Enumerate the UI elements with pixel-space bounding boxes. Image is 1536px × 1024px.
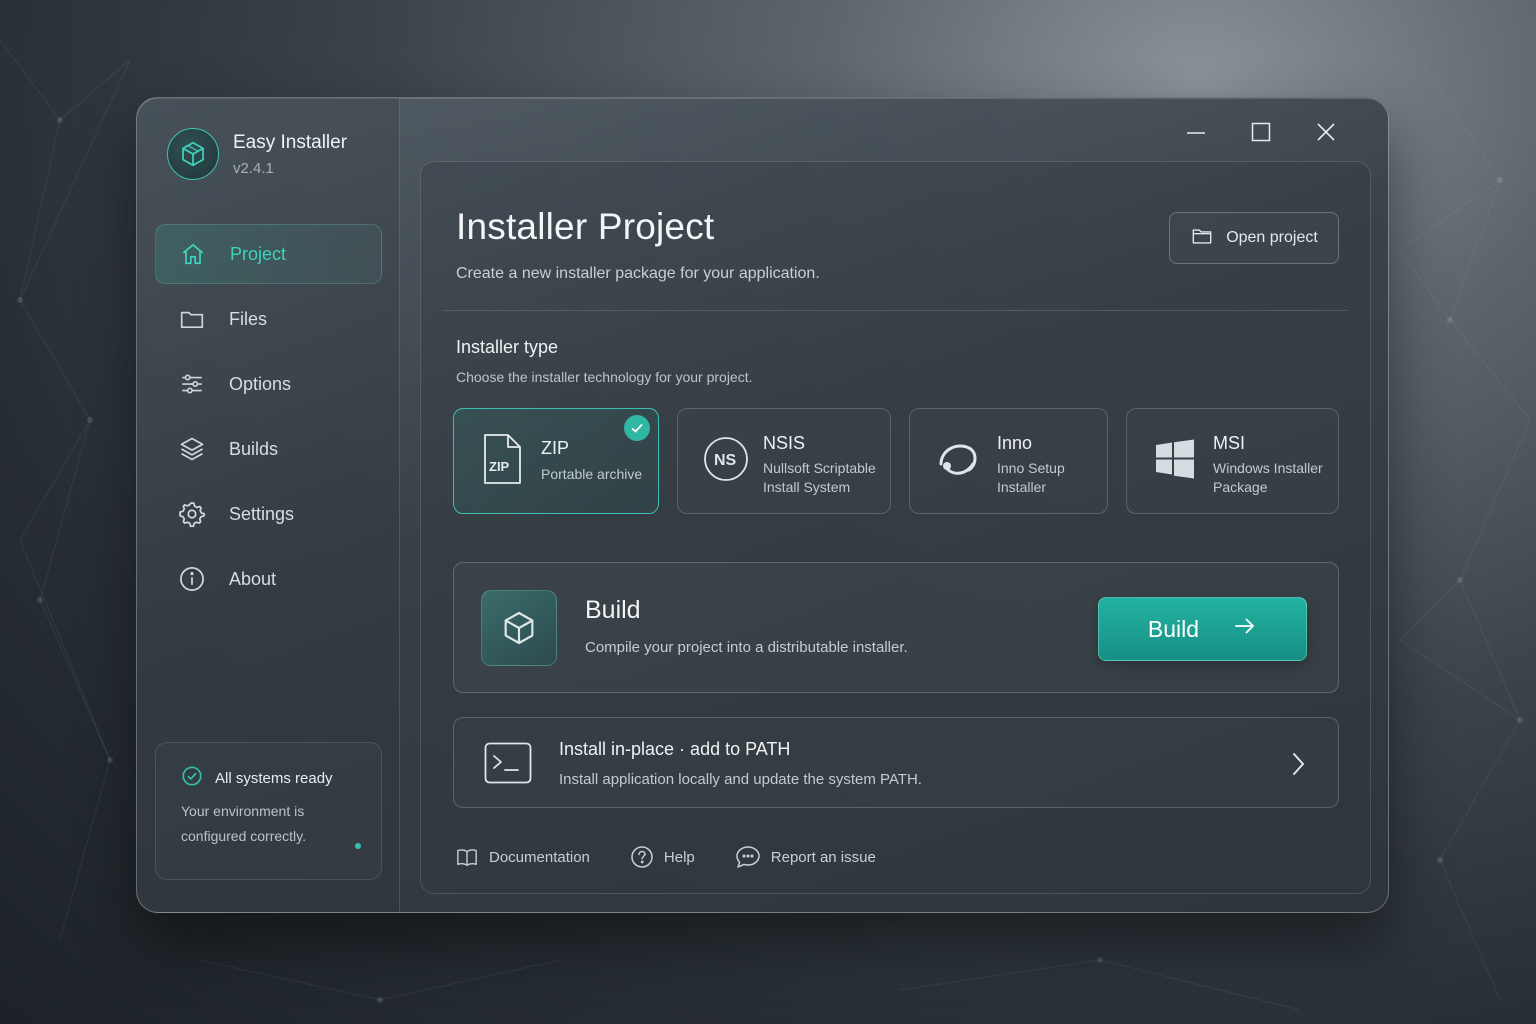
app-version: v2.4.1 [233,159,274,177]
info-icon [177,564,207,594]
chevron-right-icon [1288,751,1308,782]
sidebar-item-label: Project [230,243,287,264]
build-card: Build Compile your project into a distri… [453,562,1339,693]
installer-type-desc: Inno Setup Installer [997,460,1065,495]
window-controls [1163,116,1358,148]
installer-type-name: NSIS [763,433,806,453]
sidebar-item-label: Files [229,308,268,329]
build-button[interactable]: Build [1098,597,1307,661]
zip-file-icon: ZIP [476,433,528,485]
help-link[interactable]: Help [630,845,695,869]
report-issue-label: Report an issue [770,848,876,866]
app-logo-icon [167,128,219,180]
svg-text:ZIP: ZIP [489,459,510,474]
page-subtitle: Create a new installer package for your … [456,265,820,282]
report-issue-link[interactable]: Report an issue [735,845,876,869]
minimize-button[interactable] [1163,116,1228,148]
installer-type-name: Inno [997,433,1033,453]
install-subtitle: Install application locally and update t… [559,771,922,788]
status-dot [355,843,361,849]
footer-links: Documentation Help Report an issue [455,845,916,869]
svg-text:NS: NS [714,452,737,469]
sidebar-item-builds[interactable]: Builds [155,419,382,479]
main-panel: Installer Project Create a new installer… [420,161,1371,894]
installer-type-inno[interactable]: Inno Inno Setup Installer [909,408,1108,514]
close-button[interactable] [1293,116,1358,148]
status-title: All systems ready [215,769,333,787]
folder-icon [177,304,207,334]
sidebar-item-project[interactable]: Project [155,224,382,284]
folder-icon [1190,225,1214,252]
sidebar-nav: Project Files Options Builds Settings Ab… [155,224,382,614]
package-box-icon [481,590,557,666]
build-subtitle: Compile your project into a distributabl… [585,639,908,656]
sliders-icon [177,369,207,399]
build-button-label: Build [1147,615,1200,642]
sidebar-item-label: Options [229,373,292,394]
divider [443,310,1348,311]
installer-type-desc: Nullsoft Scriptable Install System [763,460,876,495]
help-label: Help [663,848,695,866]
documentation-link[interactable]: Documentation [455,846,590,868]
page-title: Installer Project [456,206,715,247]
sidebar-item-label: About [229,568,277,589]
installer-type-name: ZIP [541,438,570,458]
installer-type-subtitle: Choose the installer technology for your… [456,369,753,385]
sidebar-item-about[interactable]: About [155,549,382,609]
terminal-icon [484,742,532,789]
status-card: All systems ready Your environment is co… [155,742,382,880]
install-title: Install in-place · add to PATH [559,739,791,759]
installer-type-desc: Portable archive [541,466,643,482]
installer-type-desc: Windows Installer Package [1213,460,1323,495]
maximize-icon [1251,122,1270,142]
help-circle-icon [630,845,654,869]
installer-type-zip[interactable]: ZIP ZIP Portable archive [453,408,659,514]
installer-type-name: MSI [1213,433,1246,453]
inno-setup-icon [932,433,984,485]
sidebar-item-label: Settings [229,503,295,524]
app-name: Easy Installer [233,131,348,153]
status-message: Your environment is configured correctly… [181,803,307,844]
close-icon [1316,123,1335,141]
windows-icon [1149,433,1201,485]
app-window: Easy Installer v2.4.1 Project Files Opti… [136,97,1389,913]
sidebar-item-files[interactable]: Files [155,289,382,349]
documentation-label: Documentation [489,848,590,866]
sidebar-item-settings[interactable]: Settings [155,484,382,544]
sidebar-item-label: Builds [229,438,279,459]
open-project-button[interactable]: Open project [1169,212,1339,264]
check-circle-icon [181,765,203,791]
chat-bubble-icon [735,845,761,869]
open-project-label: Open project [1226,229,1318,246]
arrow-right-icon [1233,614,1257,644]
maximize-button[interactable] [1228,116,1293,148]
installer-type-nsis[interactable]: NS NSIS Nullsoft Scriptable Install Syst… [677,408,891,514]
layers-icon [177,434,207,464]
sidebar: Easy Installer v2.4.1 Project Files Opti… [137,98,400,912]
installer-type-title: Installer type [456,337,559,357]
build-title: Build [585,596,641,624]
brand: Easy Installer v2.4.1 [167,128,347,180]
install-in-place-card[interactable]: Install in-place · add to PATH Install a… [453,717,1339,808]
minimize-icon [1186,132,1205,134]
sidebar-item-options[interactable]: Options [155,354,382,414]
gear-icon [177,499,207,529]
installer-type-msi[interactable]: MSI Windows Installer Package [1126,408,1339,514]
selected-check-icon [624,415,650,441]
book-icon [455,846,479,868]
nsis-icon: NS [700,433,752,485]
home-icon [178,239,208,269]
